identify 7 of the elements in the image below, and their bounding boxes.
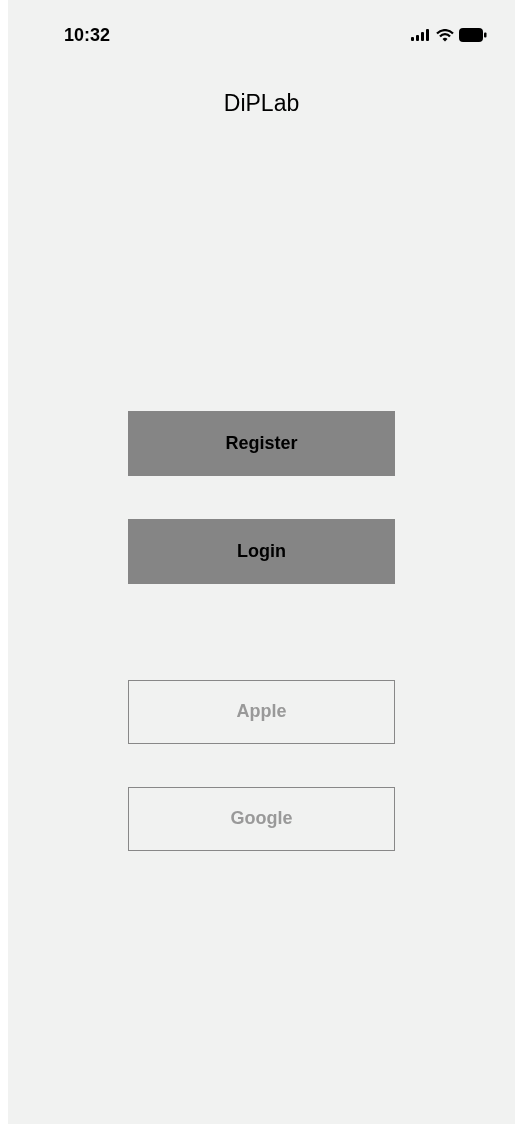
primary-button[interactable]: Login <box>128 518 395 584</box>
status-time: 10:32 <box>64 23 111 47</box>
wifi-icon <box>436 28 454 42</box>
battery-icon <box>459 28 487 42</box>
signal-icon <box>411 29 431 41</box>
primary-button[interactable]: Register <box>128 410 395 476</box>
app-title: DiPLab <box>223 89 300 118</box>
